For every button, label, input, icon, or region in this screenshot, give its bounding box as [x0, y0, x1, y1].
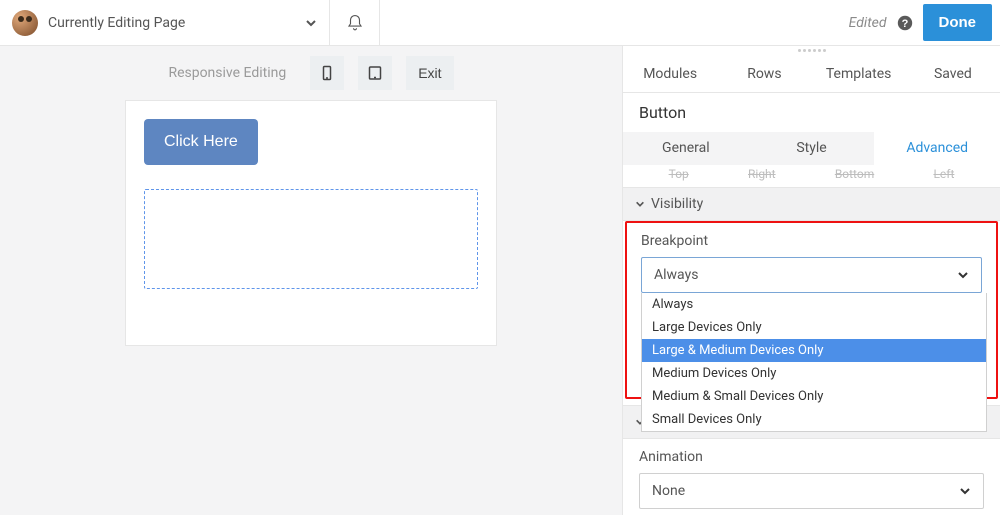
- svg-text:?: ?: [901, 18, 908, 30]
- help-icon[interactable]: ?: [897, 15, 913, 31]
- tablet-icon: [367, 65, 383, 81]
- spacing-top: Top: [669, 167, 689, 181]
- main-area: Responsive Editing Exit Click Here Modul…: [0, 46, 1000, 515]
- option-small[interactable]: Small Devices Only: [642, 408, 986, 431]
- responsive-toolbar: Responsive Editing Exit: [0, 46, 622, 100]
- exit-responsive-button[interactable]: Exit: [406, 56, 453, 90]
- section-visibility-label: Visibility: [651, 196, 703, 212]
- topbar-right: Edited ? Done: [849, 0, 1000, 45]
- subtab-general[interactable]: General: [623, 132, 749, 165]
- settings-title: Button: [623, 93, 1000, 132]
- spacing-right: Right: [748, 167, 776, 181]
- subtab-advanced[interactable]: Advanced: [874, 132, 1000, 165]
- notifications-button[interactable]: [330, 0, 380, 45]
- phone-view-button[interactable]: [310, 56, 344, 90]
- tab-modules[interactable]: Modules: [623, 66, 717, 82]
- animation-field: Animation None: [623, 439, 1000, 515]
- bell-icon: [346, 14, 364, 32]
- panel-tabs: Modules Rows Templates Saved: [623, 56, 1000, 93]
- done-button[interactable]: Done: [923, 4, 993, 41]
- edited-status: Edited: [849, 15, 887, 31]
- drag-handle[interactable]: [623, 46, 1000, 56]
- animation-select[interactable]: None: [639, 473, 984, 509]
- page-title: Currently Editing Page: [48, 15, 295, 31]
- chevron-down-icon: [959, 485, 971, 497]
- option-medium-small[interactable]: Medium & Small Devices Only: [642, 385, 986, 408]
- page-selector[interactable]: Currently Editing Page: [0, 0, 330, 45]
- section-visibility[interactable]: Visibility: [623, 187, 1000, 221]
- breakpoint-value: Always: [654, 267, 698, 283]
- tab-templates[interactable]: Templates: [812, 66, 906, 82]
- responsive-label: Responsive Editing: [168, 65, 286, 81]
- subtab-style[interactable]: Style: [749, 132, 875, 165]
- option-always[interactable]: Always: [642, 293, 986, 316]
- canvas-card: Click Here: [125, 100, 497, 346]
- option-large-medium[interactable]: Large & Medium Devices Only: [642, 339, 986, 362]
- spacing-bottom: Bottom: [835, 167, 874, 181]
- tab-saved[interactable]: Saved: [906, 66, 1000, 82]
- top-bar: Currently Editing Page Edited ? Done: [0, 0, 1000, 46]
- canvas-area: Responsive Editing Exit Click Here: [0, 46, 622, 515]
- breakpoint-select[interactable]: Always: [641, 257, 982, 293]
- breakpoint-options: Always Large Devices Only Large & Medium…: [641, 293, 987, 432]
- breakpoint-label: Breakpoint: [641, 233, 982, 249]
- beaver-logo: [12, 10, 38, 36]
- option-large[interactable]: Large Devices Only: [642, 316, 986, 339]
- tablet-view-button[interactable]: [358, 56, 392, 90]
- chevron-down-icon: [957, 269, 969, 281]
- tab-rows[interactable]: Rows: [717, 66, 811, 82]
- spacing-remnant: Top Right Bottom Left: [623, 165, 1000, 187]
- settings-panel: Modules Rows Templates Saved Button Gene…: [622, 46, 1000, 515]
- chevron-down-icon: [305, 17, 317, 29]
- phone-icon: [319, 65, 335, 81]
- option-medium[interactable]: Medium Devices Only: [642, 362, 986, 385]
- spacing-left: Left: [933, 167, 954, 181]
- chevron-down-icon: [635, 199, 645, 209]
- dropzone[interactable]: [144, 189, 478, 289]
- breakpoint-highlight: Breakpoint Always Always Large Devices O…: [625, 221, 998, 399]
- click-here-button[interactable]: Click Here: [144, 119, 258, 165]
- subtabs: General Style Advanced: [623, 132, 1000, 165]
- animation-value: None: [652, 483, 685, 499]
- animation-label: Animation: [639, 449, 984, 465]
